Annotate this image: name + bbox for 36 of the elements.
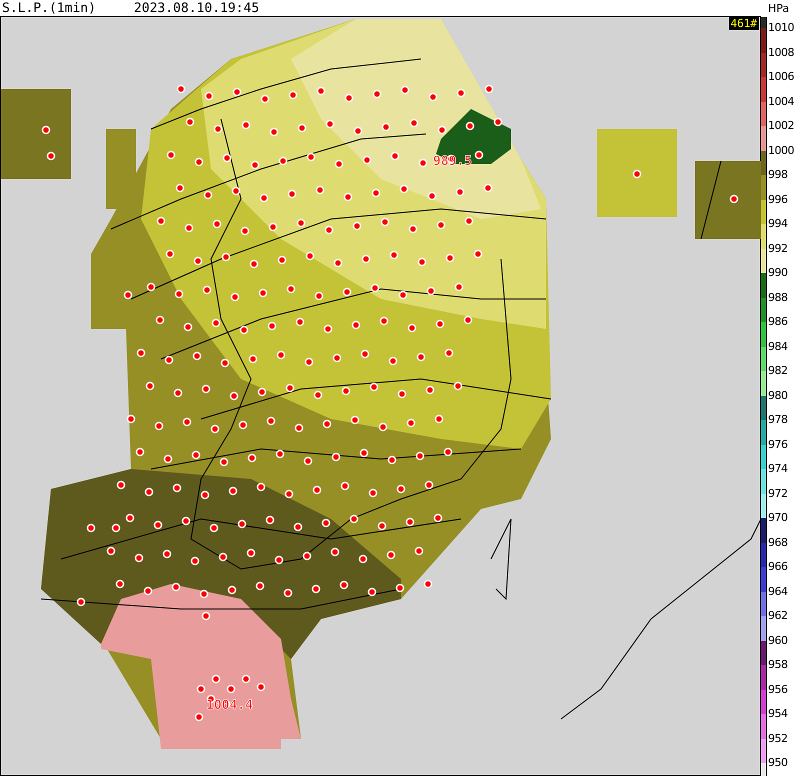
scale-label: 1000 (768, 144, 794, 158)
scale-label: 1004 (768, 96, 794, 110)
unit-label: HPa (767, 1, 790, 17)
scale-label: 998 (768, 169, 788, 183)
scale-label: 960 (768, 634, 788, 648)
scale-label: 1010 (768, 22, 794, 36)
scale-label: 962 (768, 610, 788, 624)
scale-label: 956 (768, 684, 788, 698)
scale-label: 982 (768, 365, 788, 379)
scale-label: 978 (768, 414, 788, 428)
scale-label: 986 (768, 316, 788, 330)
scale-label: 964 (768, 586, 788, 600)
scale-label: 968 (768, 536, 788, 550)
scale-label: 966 (768, 561, 788, 575)
pressure-value-label: 1004.4 (206, 698, 253, 713)
scale-label: 958 (768, 659, 788, 673)
scale-label: 992 (768, 242, 788, 256)
scale-label: 1006 (768, 71, 794, 85)
scale-label: 1002 (768, 120, 794, 134)
scale-label: 950 (768, 757, 788, 771)
scale-label: 996 (768, 194, 788, 208)
station-count-badge: 461# (728, 17, 759, 30)
chart-title: S.L.P.(1min) (2, 2, 96, 14)
scale-label: 980 (768, 390, 788, 404)
scale-label: 952 (768, 732, 788, 746)
scale-label: 988 (768, 292, 788, 306)
scale-label: 1008 (768, 46, 794, 60)
scale-label: 994 (768, 218, 788, 232)
scale-label: 974 (768, 463, 788, 477)
scale-label: 972 (768, 488, 788, 502)
scale-label: 984 (768, 340, 788, 354)
scale-label: 970 (768, 512, 788, 526)
scale-label: 976 (768, 438, 788, 452)
scale-label: 954 (768, 708, 788, 722)
scale-label: 990 (768, 267, 788, 281)
timestamp: 2023.08.10.19:45 (134, 2, 260, 14)
